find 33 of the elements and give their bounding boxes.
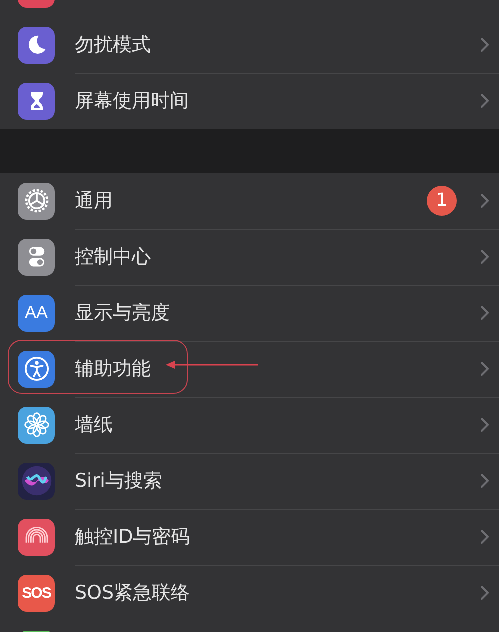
chevron-icon [481,474,489,488]
text-icon: AA [18,294,55,332]
row-label: 控制中心 [75,244,151,270]
row-label: 通用 [75,188,113,214]
settings-row[interactable]: 墙纸 [0,397,499,453]
row-label: 显示与亮度 [75,300,170,326]
settings-row[interactable]: AA 显示与亮度 [0,285,499,341]
chevron-icon [481,38,489,52]
chevron-icon [481,362,489,376]
settings-row[interactable]: 控制中心 [0,229,499,285]
settings-row[interactable]: 触控ID与密码 [0,509,499,565]
row-label: 屏幕使用时间 [75,89,189,114]
chevron-icon [481,530,489,544]
row-label: 触控ID与密码 [75,524,190,550]
chevron-icon [481,418,489,432]
settings-row[interactable]: Siri与搜索 [0,453,499,509]
row-label: 勿扰模式 [75,32,151,58]
row-label: 辅助功能 [75,356,151,382]
settings-row[interactable]: 勿扰模式 [0,17,499,73]
row-label: Siri与搜索 [75,468,162,494]
chevron-icon [481,306,489,320]
settings-row[interactable]: 通用 1 [0,173,499,229]
settings-row[interactable]: 辅助功能 [0,341,499,397]
chevron-icon [481,586,489,600]
chevron-icon [481,194,489,208]
chevron-icon [481,94,489,108]
row-label: 墙纸 [75,412,113,438]
row-label: SOS紧急联络 [75,581,190,606]
chevron-icon [481,250,489,264]
text-icon: SOS [18,574,55,612]
settings-row[interactable]: SOS SOS紧急联络 [0,565,499,621]
settings-row[interactable]: 屏幕使用时间 [0,73,499,129]
notification-badge: 1 [427,186,457,216]
